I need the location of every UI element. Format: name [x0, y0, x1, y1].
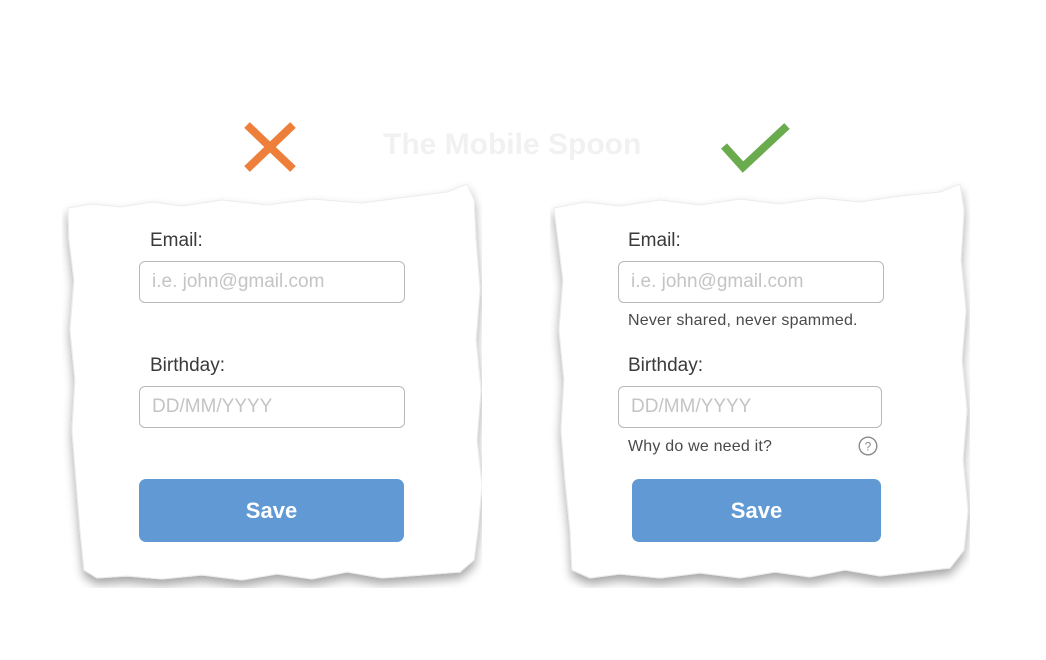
birthday-field[interactable] — [618, 386, 882, 428]
bad-example-card: Email: Birthday: Save — [62, 180, 482, 588]
email-label: Email: — [628, 230, 681, 251]
check-mark-icon — [712, 112, 802, 182]
email-label: Email: — [150, 230, 203, 251]
birthday-hint-link[interactable]: Why do we need it? — [628, 438, 772, 456]
email-field[interactable] — [618, 261, 884, 303]
x-mark-icon — [225, 112, 315, 182]
save-button[interactable]: Save — [139, 479, 404, 542]
good-example-card: Email: Never shared, never spammed. Birt… — [550, 180, 970, 588]
question-circle-icon[interactable]: ? — [858, 436, 878, 456]
email-hint: Never shared, never spammed. — [628, 312, 858, 329]
save-button[interactable]: Save — [632, 479, 881, 542]
svg-text:?: ? — [865, 440, 872, 454]
birthday-field[interactable] — [139, 386, 405, 428]
birthday-label: Birthday: — [628, 355, 703, 376]
email-field[interactable] — [139, 261, 405, 303]
birthday-label: Birthday: — [150, 355, 225, 376]
watermark-text: The Mobile Spoon — [383, 128, 642, 161]
